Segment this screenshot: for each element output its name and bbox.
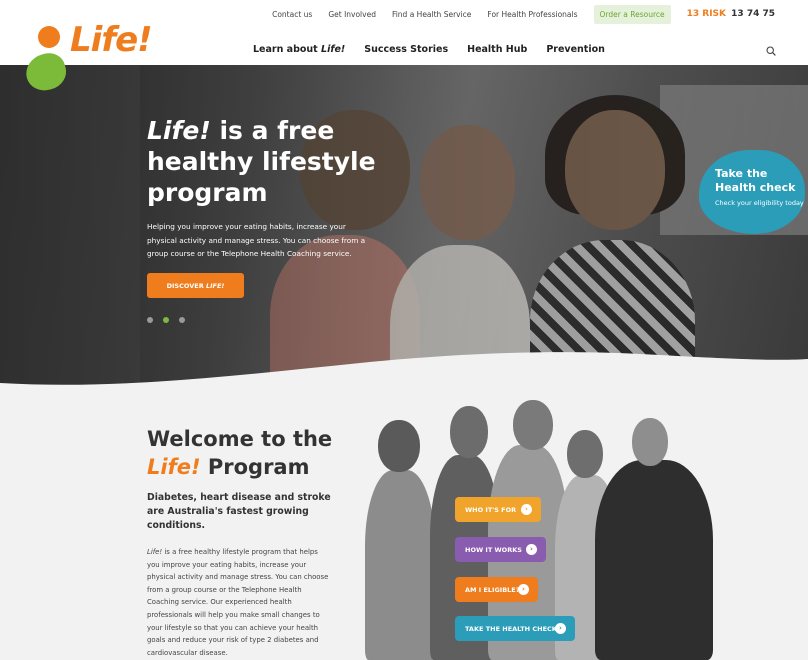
group-photo-person (513, 400, 553, 450)
health-check-subtitle: Check your eligibility today (715, 199, 804, 207)
group-photo-person (378, 420, 420, 472)
chevron-right-icon: › (518, 584, 529, 595)
hero-overlay (0, 65, 808, 385)
find-health-service-link[interactable]: Find a Health Service (392, 10, 471, 19)
group-photo-person (567, 430, 603, 478)
discover-life: LIFE! (205, 281, 225, 290)
hero-title: Life! is a free healthy lifestyle progra… (147, 115, 387, 208)
take-health-check-label: TAKE THE HEALTH CHECK (465, 624, 557, 633)
carousel-dots (147, 317, 195, 323)
nav-prevention[interactable]: Prevention (546, 44, 605, 55)
phone-risk-label: 13 RISK (686, 9, 727, 19)
hero-title-life: Life! (147, 116, 211, 145)
carousel-dot-active[interactable] (163, 317, 169, 323)
how-it-works-label: HOW IT WORKS (465, 545, 522, 554)
chevron-right-icon: › (521, 504, 532, 515)
carousel-dot[interactable] (179, 317, 185, 323)
hero-banner: Life! is a free healthy lifestyle progra… (0, 65, 808, 385)
welcome-title-life: Life! (147, 455, 201, 479)
welcome-subtitle: Diabetes, heart disease and stroke are A… (147, 492, 331, 531)
phone-number[interactable]: 13 RISK 13 74 75 (687, 9, 775, 19)
welcome-section: Welcome to the Life! Program Diabetes, h… (147, 425, 347, 659)
welcome-body-text: is a free healthy lifestyle program that… (147, 548, 329, 657)
nav-learn-life: Life! (321, 44, 346, 55)
group-photo-person (632, 418, 668, 466)
group-photo-person (365, 470, 435, 660)
health-check-bubble[interactable]: Take the Health check Check your eligibi… (699, 150, 805, 234)
chevron-right-icon: › (526, 544, 537, 555)
nav-learn-about-life[interactable]: Learn about Life! (253, 44, 345, 55)
order-resource-button[interactable]: Order a Resource (593, 4, 671, 24)
health-professionals-link[interactable]: For Health Professionals (487, 10, 577, 19)
get-involved-link[interactable]: Get Involved (328, 10, 376, 19)
welcome-body-life: Life! (147, 548, 163, 556)
life-logo[interactable]: Life! (22, 20, 153, 95)
chevron-right-icon: › (555, 623, 566, 634)
take-health-check-button[interactable]: TAKE THE HEALTH CHECK › (455, 616, 575, 641)
contact-link[interactable]: Contact us (272, 10, 312, 19)
phone-digits: 13 74 75 (731, 9, 775, 19)
welcome-title-line2: Program (200, 455, 310, 479)
hero-copy: Life! is a free healthy lifestyle progra… (147, 115, 387, 261)
discover-life-button[interactable]: DISCOVER LIFE! (147, 273, 244, 298)
carousel-dot[interactable] (147, 317, 153, 323)
group-photo-person (595, 460, 713, 660)
who-its-for-label: WHO IT'S FOR (465, 505, 517, 514)
welcome-title: Welcome to the Life! Program (147, 425, 347, 481)
who-its-for-button[interactable]: WHO IT'S FOR › (455, 497, 541, 522)
logo-green-blob (22, 49, 70, 95)
search-icon[interactable] (766, 46, 776, 56)
hero-description: Helping you improve your eating habits, … (147, 222, 366, 258)
am-i-eligible-label: AM I ELIGIBLE? (465, 585, 520, 594)
utility-nav: Contact us Get Involved Find a Health Se… (272, 4, 808, 24)
nav-health-hub[interactable]: Health Hub (467, 44, 527, 55)
am-i-eligible-button[interactable]: AM I ELIGIBLE? › (455, 577, 538, 602)
hero-wave-divider (0, 352, 808, 390)
welcome-title-line1: Welcome to the (147, 427, 333, 451)
welcome-body: Life! is a free healthy lifestyle progra… (147, 546, 332, 659)
logo-orange-blob (38, 26, 60, 48)
main-nav: Learn about Life! Success Stories Health… (253, 44, 624, 55)
site-header: Life! Contact us Get Involved Find a Hea… (0, 0, 808, 95)
health-check-title: Take the Health check (715, 167, 796, 194)
how-it-works-button[interactable]: HOW IT WORKS › (455, 537, 546, 562)
group-photo-person (450, 406, 488, 458)
nav-learn-prefix: Learn about (253, 44, 322, 55)
discover-prefix: DISCOVER (166, 281, 204, 290)
logo-text: Life! (70, 20, 153, 60)
nav-success-stories[interactable]: Success Stories (364, 44, 448, 55)
